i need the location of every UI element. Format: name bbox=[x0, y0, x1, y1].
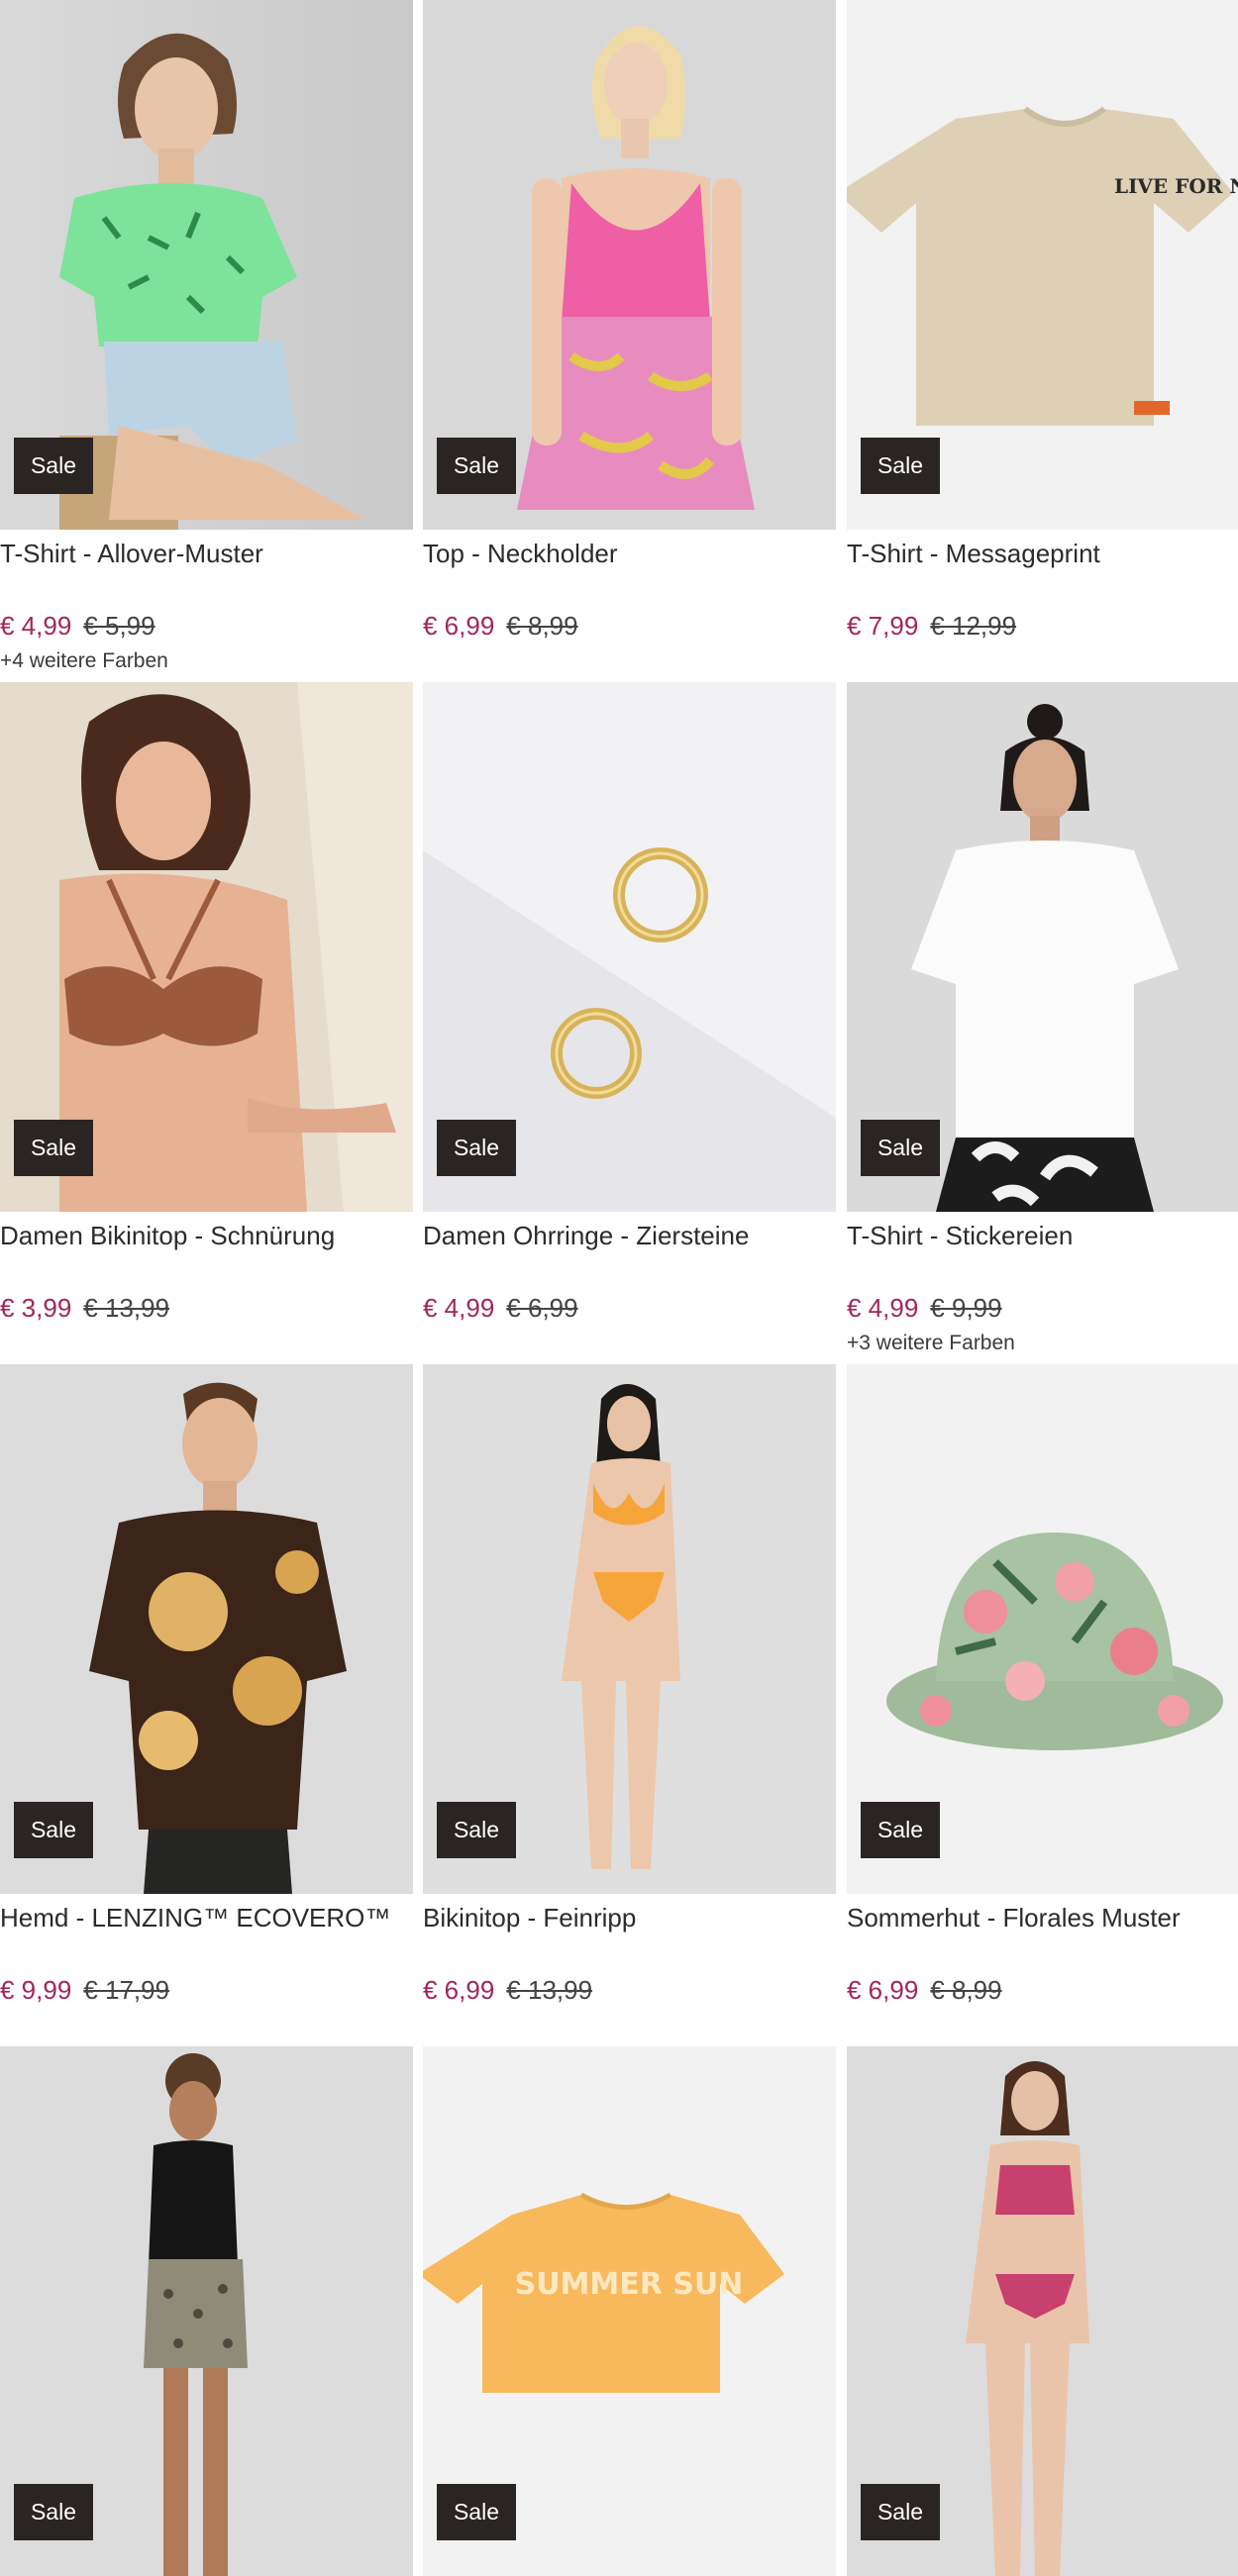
price-row: € 6,99 € 13,99 bbox=[423, 1972, 592, 2008]
original-price: € 6,99 bbox=[506, 1293, 578, 1323]
price-row: € 6,99 € 8,99 bbox=[847, 1972, 1002, 2008]
sale-price: € 3,99 bbox=[0, 1293, 72, 1323]
sale-badge: Sale bbox=[437, 2484, 516, 2540]
sale-badge: Sale bbox=[14, 2484, 93, 2540]
sale-price: € 4,99 bbox=[423, 1293, 495, 1323]
original-price: € 17,99 bbox=[83, 1975, 170, 2005]
price-row: € 7,99 € 12,99 bbox=[847, 608, 1016, 644]
price-row: € 3,99 € 13,99 bbox=[0, 1290, 169, 1326]
shirt-print-text: LIVE FOR NOW MMXXII bbox=[1114, 174, 1238, 198]
sale-price: € 9,99 bbox=[0, 1975, 72, 2005]
original-price: € 5,99 bbox=[83, 611, 155, 641]
sale-badge: Sale bbox=[14, 1802, 93, 1858]
sale-price: € 6,99 bbox=[423, 1975, 495, 2005]
price-row: € 4,99 € 9,99 bbox=[847, 1290, 1002, 1326]
original-price: € 13,99 bbox=[506, 1975, 593, 2005]
sale-badge: Sale bbox=[437, 1802, 516, 1858]
original-price: € 9,99 bbox=[930, 1293, 1002, 1323]
sale-price: € 4,99 bbox=[847, 1293, 919, 1323]
price-row: € 4,99 € 6,99 bbox=[423, 1290, 578, 1326]
price-row: € 6,99 € 8,99 bbox=[423, 608, 578, 644]
product-grid: Sale T-Shirt - Allover-Muster € 4,99 € 5,… bbox=[0, 0, 1238, 2576]
sale-badge: Sale bbox=[437, 1120, 516, 1176]
sale-badge: Sale bbox=[861, 1120, 940, 1176]
sale-price: € 6,99 bbox=[847, 1975, 919, 2005]
sale-price: € 6,99 bbox=[423, 611, 495, 641]
sale-price: € 4,99 bbox=[0, 611, 72, 641]
product-title[interactable]: T-Shirt - Messageprint bbox=[847, 538, 1238, 569]
product-title[interactable]: Damen Ohrringe - Ziersteine bbox=[423, 1220, 834, 1251]
product-title[interactable]: Damen Bikinitop - Schnürung bbox=[0, 1220, 411, 1251]
product-title[interactable]: T-Shirt - Allover-Muster bbox=[0, 538, 411, 569]
sale-badge: Sale bbox=[437, 438, 516, 494]
shirt-print-text: SUMMER SUN bbox=[515, 2267, 744, 2302]
product-title[interactable]: Sommerhut - Florales Muster bbox=[847, 1902, 1238, 1933]
sale-badge: Sale bbox=[861, 1802, 940, 1858]
product-title[interactable]: Bikinitop - Feinripp bbox=[423, 1902, 834, 1933]
product-title[interactable]: Hemd - LENZING™ ECOVERO™ bbox=[0, 1902, 411, 1933]
price-row: € 9,99 € 17,99 bbox=[0, 1972, 169, 2008]
sale-badge: Sale bbox=[14, 1120, 93, 1176]
original-price: € 8,99 bbox=[506, 611, 578, 641]
sale-badge: Sale bbox=[14, 438, 93, 494]
sale-badge: Sale bbox=[861, 438, 940, 494]
original-price: € 13,99 bbox=[83, 1293, 170, 1323]
product-title[interactable]: T-Shirt - Stickereien bbox=[847, 1220, 1238, 1251]
sale-price: € 7,99 bbox=[847, 611, 919, 641]
more-colors-link[interactable]: +4 weitere Farben bbox=[0, 648, 168, 674]
original-price: € 12,99 bbox=[930, 611, 1017, 641]
price-row: € 4,99 € 5,99 bbox=[0, 608, 155, 644]
sale-badge: Sale bbox=[861, 2484, 940, 2540]
more-colors-link[interactable]: +3 weitere Farben bbox=[847, 1331, 1015, 1356]
original-price: € 8,99 bbox=[930, 1975, 1002, 2005]
product-title[interactable]: Top - Neckholder bbox=[423, 538, 834, 569]
